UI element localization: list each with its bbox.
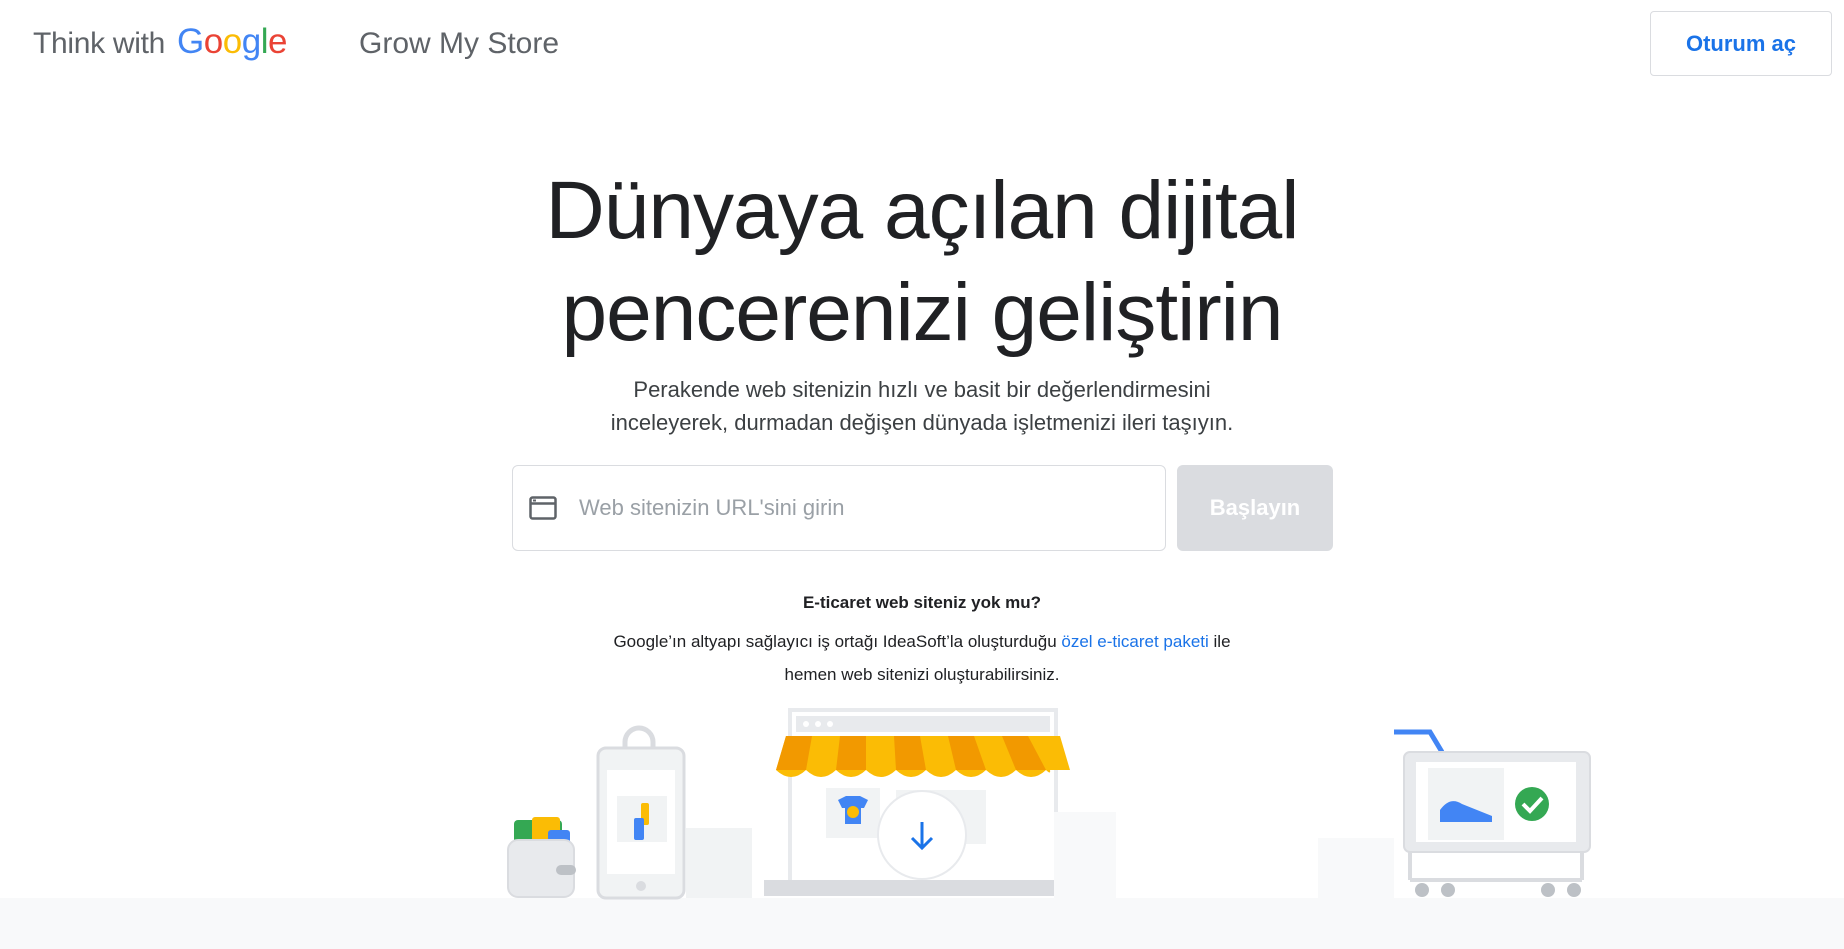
hero-subtitle-line2: inceleyerek, durmadan değişen dünyada iş…	[610, 410, 1234, 435]
no-site-text-before: Google’ın altyapı sağlayıcı iş ortağı Id…	[613, 632, 1062, 651]
store-illustration	[507, 708, 1591, 900]
no-site-question: E-ticaret web siteniz yok mu?	[802, 593, 1042, 612]
google-logo: Google	[177, 22, 287, 62]
browser-window-icon	[529, 496, 557, 520]
think-with-google-logo[interactable]: Think with Google	[33, 22, 287, 62]
google-logo-letter: o	[203, 22, 223, 61]
google-logo-letter: e	[267, 22, 287, 61]
url-input[interactable]	[577, 494, 1121, 522]
ecommerce-package-link[interactable]: özel e-ticaret paketi	[1061, 632, 1208, 651]
product-title[interactable]: Grow My Store	[359, 27, 559, 61]
shopping-bag-illustration	[686, 828, 752, 898]
google-logo-letter: g	[241, 22, 261, 61]
hero-subtitle-line1: Perakende web sitenizin hızlı ve basit b…	[633, 377, 1211, 402]
no-site-body-line1: Google’ın altyapı sağlayıcı iş ortağı Id…	[0, 625, 1844, 658]
google-logo-letter: l	[260, 22, 269, 61]
no-site-body: Google’ın altyapı sağlayıcı iş ortağı Id…	[0, 625, 1844, 691]
scroll-down-button[interactable]	[877, 790, 967, 880]
bottom-band	[0, 898, 1844, 949]
wallet-illustration	[507, 817, 576, 898]
cart-illustration	[1394, 729, 1591, 897]
shopping-bag-3-illustration	[1318, 838, 1394, 898]
hero-title-line2: pencerenizi geliştirin	[561, 267, 1284, 358]
signin-button[interactable]: Oturum aç	[1650, 11, 1832, 76]
google-logo-letter: G	[177, 22, 204, 61]
brand-prefix: Think with	[33, 27, 166, 60]
no-site-text-after: ile	[1208, 632, 1231, 651]
start-button[interactable]: Başlayın	[1177, 465, 1333, 551]
phone-illustration	[596, 725, 686, 900]
site-header: Think with Google Grow My Store Oturum a…	[0, 0, 1844, 90]
shopping-bag-2-illustration	[1054, 812, 1116, 898]
hero-title: Dünyaya açılan dijital pencerenizi geliş…	[0, 160, 1844, 364]
no-site-body-line2: hemen web sitenizi oluşturabilirsiniz.	[784, 665, 1060, 684]
hero-title-line1: Dünyaya açılan dijital	[545, 165, 1300, 256]
hero-subtitle: Perakende web sitenizin hızlı ve basit b…	[0, 373, 1844, 439]
google-logo-letter: o	[222, 22, 242, 61]
url-field[interactable]	[512, 465, 1166, 551]
